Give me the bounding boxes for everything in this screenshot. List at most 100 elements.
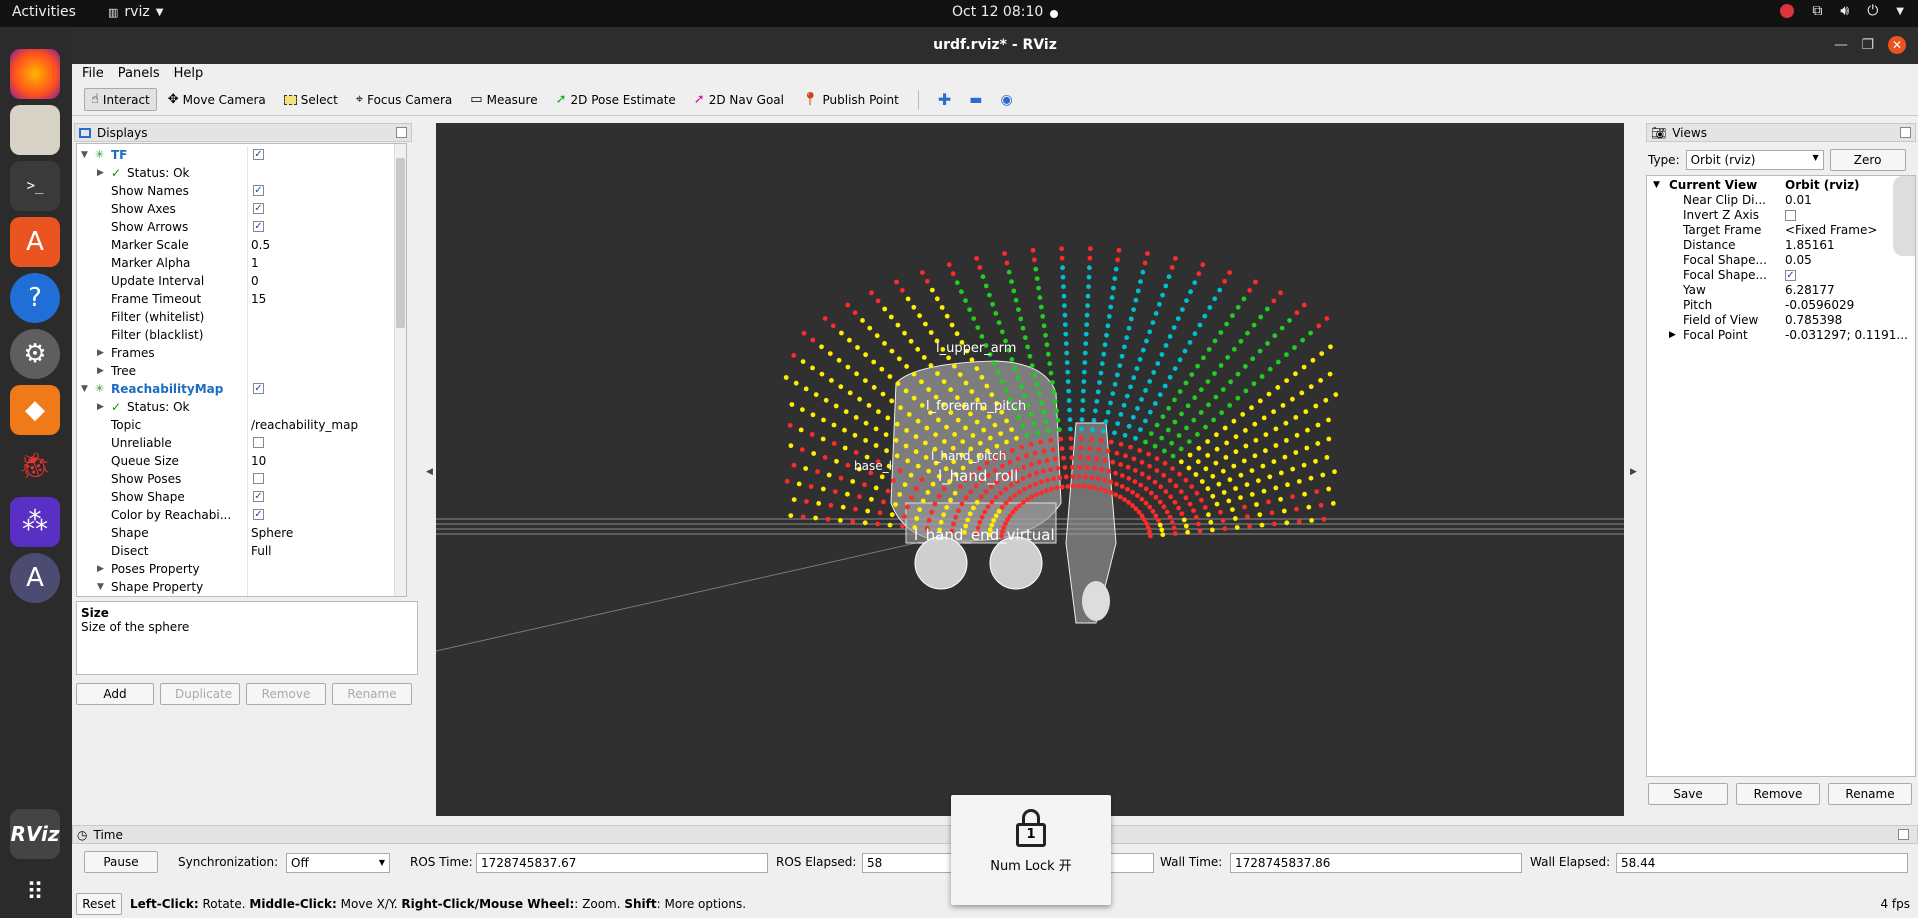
property-value[interactable]: Sphere [251, 524, 293, 542]
save-view-button[interactable]: Save [1648, 783, 1728, 805]
chevron-right-icon[interactable]: ▶ [97, 398, 104, 416]
measure-tool-button[interactable]: ▭ Measure [463, 88, 544, 111]
select-tool-button[interactable]: Select [277, 89, 345, 111]
view-property-row[interactable]: Invert Z Axis [1649, 208, 1913, 223]
view-property-row[interactable]: Focal Shape... 0.05 [1649, 253, 1913, 268]
property-value[interactable]: 0.5 [251, 236, 270, 254]
interact-tool-button[interactable]: ☝ Interact [84, 88, 157, 111]
current-view-row[interactable]: ▼ Current View Orbit (rviz) [1649, 178, 1913, 193]
wall-elapsed-field[interactable]: 58.44 [1616, 853, 1908, 873]
chevron-down-icon[interactable]: ▼ [97, 578, 104, 596]
chevron-right-icon[interactable]: ▶ [97, 344, 104, 362]
display-property-row[interactable]: Update Interval 0 [77, 272, 397, 290]
remove-button[interactable]: Remove [246, 683, 326, 705]
show-apps-icon[interactable]: ⠿ [10, 867, 60, 917]
property-value[interactable]: Full [251, 542, 272, 560]
view-property-value[interactable]: -0.031297; 0.1191... [1785, 328, 1913, 343]
display-property-row[interactable]: Filter (blacklist) [77, 326, 397, 344]
activities-button[interactable]: Activities [12, 4, 76, 20]
menu-file[interactable]: File [82, 64, 104, 84]
display-property-row[interactable]: Queue Size 10 [77, 452, 397, 470]
scrollbar[interactable] [394, 144, 406, 596]
view-property-row[interactable]: Near Clip Di... 0.01 [1649, 193, 1913, 208]
clock[interactable]: Oct 12 08:10 [952, 4, 1043, 20]
display-property-row[interactable]: Filter (whitelist) [77, 308, 397, 326]
software-center-icon[interactable]: A [10, 217, 60, 267]
display-property-row[interactable]: Topic/reachability_map [77, 416, 397, 434]
display-property-row[interactable]: Shape Sphere [77, 524, 397, 542]
sync-select[interactable]: Off ▼ [286, 853, 390, 873]
close-icon[interactable]: ✕ [1888, 36, 1906, 54]
view-property-row[interactable]: Field of View 0.785398 [1649, 313, 1913, 328]
app-icon[interactable]: ◆ [10, 385, 60, 435]
undock-icon[interactable] [396, 127, 407, 138]
undock-icon[interactable] [1898, 829, 1909, 840]
menu-panels[interactable]: Panels [118, 64, 160, 84]
display-property-row[interactable]: Show Names ✓ [77, 182, 397, 200]
3d-viewport[interactable]: l_upper_arm l_forearm_pitch l_hand_pitch ba… [436, 123, 1624, 816]
move-camera-tool-button[interactable]: ✥ Move Camera [161, 88, 273, 111]
display-property-row[interactable]: Unreliable [77, 434, 397, 452]
duplicate-button[interactable]: Duplicate [160, 683, 240, 705]
display-property-row[interactable]: ▼ ✳ TF ✓ [77, 146, 397, 164]
updater-icon[interactable]: A [10, 553, 60, 603]
view-property-row[interactable]: Yaw 6.28177 [1649, 283, 1913, 298]
display-property-row[interactable]: ▶ Poses Property [77, 560, 397, 578]
display-property-row[interactable]: Show Shape ✓ [77, 488, 397, 506]
app-menu[interactable]: ▥ rviz ▼ [108, 4, 163, 20]
display-property-row[interactable]: ▼ ✳ ReachabilityMap ✓ [77, 380, 397, 398]
wall-time-field[interactable]: 1728745837.86 [1230, 853, 1522, 873]
chevron-right-icon[interactable]: ▶ [97, 164, 104, 182]
firefox-icon[interactable] [10, 49, 60, 99]
display-property-row[interactable]: ▼ Shape Property [77, 578, 397, 596]
settings-icon[interactable]: ⚙ [10, 329, 60, 379]
property-value[interactable]: 10 [251, 452, 266, 470]
checkbox[interactable]: ✓ [253, 221, 264, 232]
add-tool-icon[interactable]: ✚ [931, 86, 958, 113]
system-tray[interactable]: ⧉ 🔊︎ ⏻ ▼ [1780, 3, 1904, 19]
maximize-icon[interactable]: ❐ [1861, 27, 1874, 64]
chevron-right-icon[interactable]: ▶ [97, 362, 104, 380]
display-property-row[interactable]: Disect Full [77, 542, 397, 560]
property-value[interactable]: 255; 225; 102 [267, 596, 351, 597]
eye-icon[interactable]: ◉ [994, 88, 1020, 112]
terminal-icon[interactable]: >_ [10, 161, 60, 211]
side-handle[interactable] [1893, 176, 1915, 256]
chevron-right-icon[interactable]: ▶ [97, 560, 104, 578]
scene-canvas[interactable]: l_upper_arm l_forearm_pitch l_hand_pitchba… [436, 123, 1624, 816]
display-property-row[interactable]: ▶ Tree [77, 362, 397, 380]
view-property-value[interactable]: 0.785398 [1785, 313, 1913, 328]
view-property-row[interactable]: Target Frame <Fixed Frame> [1649, 223, 1913, 238]
display-property-row[interactable]: Marker Scale 0.5 [77, 236, 397, 254]
scrollbar-thumb[interactable] [396, 158, 405, 328]
undock-icon[interactable] [1900, 127, 1911, 138]
remove-tool-icon[interactable]: ▬ [962, 88, 989, 112]
bug-report-icon[interactable]: 🐞︎ [10, 441, 60, 491]
display-property-row[interactable]: ▶ ✓ Status: Ok [77, 398, 397, 416]
minimize-icon[interactable]: — [1834, 27, 1848, 64]
view-property-row[interactable]: Pitch -0.0596029 [1649, 298, 1913, 313]
display-property-row[interactable]: ▶ ✓ Status: Ok [77, 164, 397, 182]
reset-button[interactable]: Reset [76, 893, 122, 915]
collapse-right-icon[interactable]: ▶ [1630, 467, 1637, 477]
menu-help[interactable]: Help [174, 64, 204, 84]
pose-estimate-tool-button[interactable]: ➚ 2D Pose Estimate [549, 88, 683, 111]
rename-view-button[interactable]: Rename [1828, 783, 1912, 805]
display-property-row[interactable]: Show Axes ✓ [77, 200, 397, 218]
checkbox[interactable]: ✓ [253, 203, 264, 214]
view-property-value[interactable]: -0.0596029 [1785, 298, 1913, 313]
ros-time-field[interactable]: 1728745837.67 [476, 853, 768, 873]
rename-button[interactable]: Rename [332, 683, 412, 705]
chevron-down-icon[interactable]: ▼ [81, 146, 88, 164]
rviz-icon[interactable]: RViz [10, 809, 60, 859]
publish-point-tool-button[interactable]: 📍︎ Publish Point [795, 88, 906, 111]
remove-view-button[interactable]: Remove [1736, 783, 1820, 805]
files-icon[interactable] [10, 105, 60, 155]
view-property-value[interactable]: 0.05 [1785, 253, 1913, 268]
checkbox[interactable]: ✓ [253, 491, 264, 502]
help-icon[interactable]: ? [10, 273, 60, 323]
display-property-row[interactable]: Color by Reachabi... ✓ [77, 506, 397, 524]
add-button[interactable]: Add [76, 683, 154, 705]
property-value[interactable]: 15 [251, 290, 266, 308]
zero-button[interactable]: Zero [1829, 149, 1906, 171]
